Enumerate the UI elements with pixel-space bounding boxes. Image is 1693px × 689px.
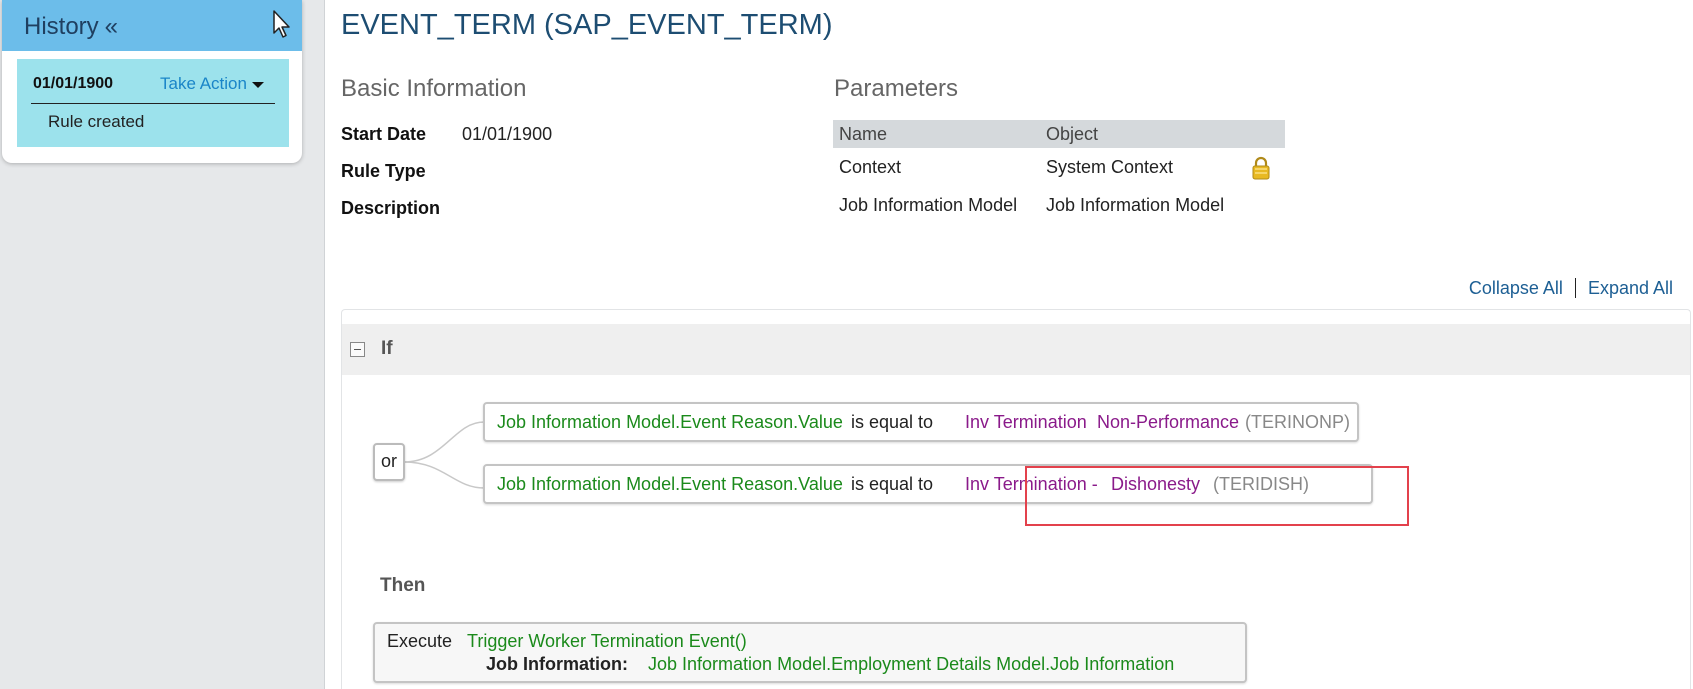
if-label: If xyxy=(381,338,393,359)
or-operator-node[interactable]: or xyxy=(373,443,405,481)
table-row: Job Information Model Job Information Mo… xyxy=(833,186,1285,224)
parameters-table-header: Name Object xyxy=(833,120,1285,148)
mouse-cursor-icon xyxy=(273,10,290,38)
history-header[interactable]: History « xyxy=(2,0,302,51)
page-title: EVENT_TERM (SAP_EVENT_TERM) xyxy=(341,9,833,41)
divider xyxy=(1574,278,1576,298)
history-entry: 01/01/1900 Take Action Rule created xyxy=(17,59,289,147)
tree-toggle-links: Collapse All Expand All xyxy=(1469,278,1673,299)
collapse-icon[interactable] xyxy=(350,342,365,357)
history-entry-date: 01/01/1900 xyxy=(33,75,114,92)
start-date-label: Start Date xyxy=(341,124,427,144)
column-header-name: Name xyxy=(839,124,888,144)
rule-type-label: Rule Type xyxy=(341,161,426,181)
rule-body: If or Job Information Model.Event Reason… xyxy=(341,309,1691,689)
history-panel: History « 01/01/1900 Take Action Rule cre… xyxy=(2,0,302,163)
collapse-all-link[interactable]: Collapse All xyxy=(1469,278,1563,298)
condition-value-b[interactable]: Non-Performance xyxy=(1097,412,1239,433)
param-name: Context xyxy=(839,157,902,177)
condition-row[interactable]: Job Information Model.Event Reason.Value… xyxy=(483,402,1359,442)
condition-field[interactable]: Job Information Model.Event Reason.Value xyxy=(497,474,843,495)
table-row: Context System Context xyxy=(833,148,1285,186)
param-object: Job Information Model xyxy=(1046,195,1225,215)
condition-code: (TERIDISH) xyxy=(1213,474,1309,494)
condition-value-b[interactable]: Dishonesty xyxy=(1111,474,1200,495)
lock-icon xyxy=(1252,156,1270,180)
execute-param-label: Job Information: xyxy=(486,654,628,674)
condition-operator[interactable]: is equal to xyxy=(851,474,933,495)
if-section-header: If xyxy=(342,324,1690,375)
history-entry-description: Rule created xyxy=(48,112,145,131)
expand-all-link[interactable]: Expand All xyxy=(1588,278,1673,298)
execute-function[interactable]: Trigger Worker Termination Event() xyxy=(467,631,747,652)
then-label: Then xyxy=(380,575,426,596)
basic-info-heading: Basic Information xyxy=(341,75,527,102)
parameters-heading: Parameters xyxy=(834,75,959,102)
divider xyxy=(31,103,275,104)
take-action-label: Take Action xyxy=(160,74,247,93)
take-action-menu[interactable]: Take Action xyxy=(160,74,264,94)
execute-label: Execute xyxy=(387,631,453,651)
execute-param-value[interactable]: Job Information Model.Employment Details… xyxy=(648,654,1174,675)
column-header-object: Object xyxy=(1046,124,1099,144)
collapse-panel-icon[interactable]: « xyxy=(105,13,118,40)
start-date-value: 01/01/1900 xyxy=(462,124,553,144)
parameters-table: Name Object Context System Context Job I… xyxy=(833,120,1285,224)
history-title: History xyxy=(24,13,99,40)
execute-action[interactable]: Execute Trigger Worker Termination Event… xyxy=(373,622,1247,683)
param-object: System Context xyxy=(1046,157,1174,177)
condition-value-a[interactable]: Inv Termination xyxy=(965,412,1087,433)
param-name: Job Information Model xyxy=(839,195,1018,215)
rule-detail-pane: EVENT_TERM (SAP_EVENT_TERM) Basic Inform… xyxy=(324,0,1693,689)
condition-row[interactable]: Job Information Model.Event Reason.Value… xyxy=(483,464,1373,504)
condition-value-a[interactable]: Inv Termination - xyxy=(965,474,1098,495)
description-label: Description xyxy=(341,198,441,218)
condition-code: (TERINONP) xyxy=(1245,412,1350,432)
caret-down-icon xyxy=(251,81,264,88)
condition-field[interactable]: Job Information Model.Event Reason.Value xyxy=(497,412,843,433)
condition-operator[interactable]: is equal to xyxy=(851,412,933,433)
